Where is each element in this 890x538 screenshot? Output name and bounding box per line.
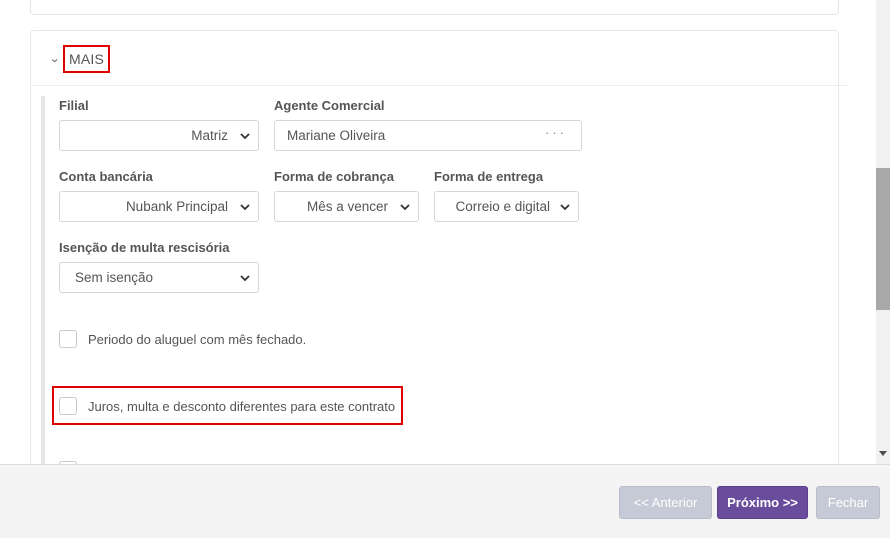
- chevron-down-icon[interactable]: ⌄: [49, 52, 61, 65]
- section-left-rule: [41, 96, 45, 464]
- scroll-down-arrow-icon[interactable]: [879, 451, 887, 456]
- filial-select-value: Matriz: [191, 128, 228, 143]
- scrollbar-thumb[interactable]: [876, 168, 890, 310]
- agente-field[interactable]: Mariane Oliveira ···: [274, 120, 582, 151]
- juros-checkbox[interactable]: [59, 397, 77, 415]
- wizard-footer: << Anterior Próximo >> Fechar: [0, 464, 890, 538]
- previous-button[interactable]: << Anterior: [619, 486, 712, 519]
- vertical-scrollbar[interactable]: [876, 0, 890, 464]
- agente-value: Mariane Oliveira: [287, 128, 386, 143]
- isencao-select[interactable]: Sem isenção: [59, 262, 259, 293]
- conta-label: Conta bancária: [59, 169, 153, 184]
- juros-checkbox-label[interactable]: Juros, multa e desconto diferentes para …: [88, 399, 395, 414]
- close-button[interactable]: Fechar: [816, 486, 880, 519]
- chevron-down-icon: [240, 133, 250, 140]
- mais-section-title[interactable]: MAIS: [63, 45, 110, 73]
- form-scroll-area[interactable]: ⌄ MAIS Filial Matriz Agente Comercial Ma…: [0, 0, 876, 464]
- isencao-label: Isenção de multa rescisória: [59, 240, 230, 255]
- previous-section-card: [30, 0, 839, 15]
- isencao-select-value: Sem isenção: [75, 270, 154, 285]
- entrega-select[interactable]: Correio e digital: [434, 191, 579, 222]
- filial-select[interactable]: Matriz: [59, 120, 259, 151]
- chevron-down-icon: [560, 204, 570, 211]
- periodo-checkbox-label[interactable]: Periodo do aluguel com mês fechado.: [88, 332, 306, 347]
- entrega-label: Forma de entrega: [434, 169, 544, 184]
- chevron-down-icon: [400, 204, 410, 211]
- cobranca-select-value: Mês a vencer: [306, 199, 388, 214]
- agente-label: Agente Comercial: [274, 98, 385, 113]
- chevron-down-icon: [240, 204, 250, 211]
- entrega-select-value: Correio e digital: [455, 199, 550, 214]
- cobranca-label: Forma de cobrança: [274, 169, 394, 184]
- chevron-down-icon: [240, 275, 250, 282]
- more-options-icon[interactable]: ···: [545, 118, 567, 147]
- filial-label: Filial: [59, 98, 89, 113]
- cobranca-select[interactable]: Mês a vencer: [274, 191, 419, 222]
- next-button[interactable]: Próximo >>: [717, 486, 808, 519]
- mais-section-header[interactable]: ⌄ MAIS: [31, 31, 848, 86]
- conta-select-value: Nubank Principal: [125, 199, 228, 214]
- conta-select[interactable]: Nubank Principal: [59, 191, 259, 222]
- periodo-checkbox[interactable]: [59, 330, 77, 348]
